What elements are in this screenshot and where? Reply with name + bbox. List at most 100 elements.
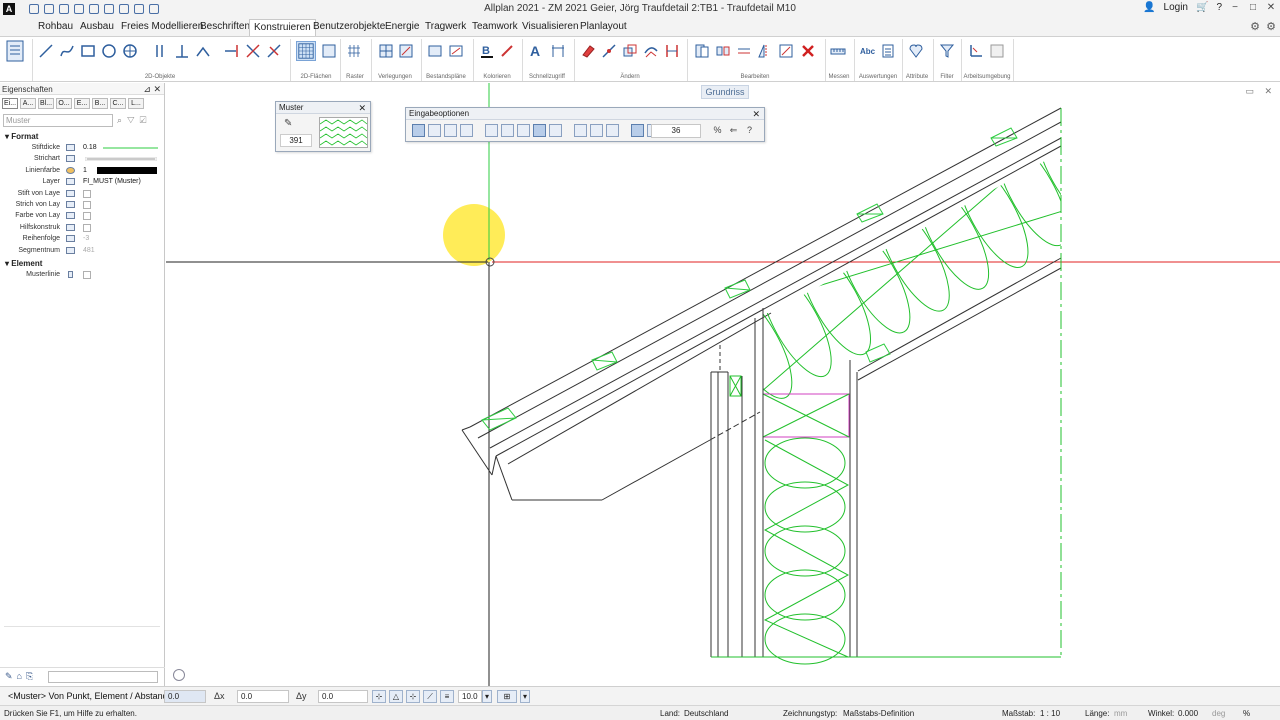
tiling-edit-icon[interactable] [398,43,414,59]
section-element[interactable]: ▾ Element [0,258,164,269]
prop-tab-7[interactable]: C... [110,98,126,109]
back-arrow-icon[interactable]: ⇐ [727,124,740,137]
tab-konstruieren[interactable]: Konstruieren [249,19,316,36]
cart-icon[interactable]: 🛒 [1196,2,1208,13]
line-tangent-icon[interactable] [501,124,514,137]
eraser-icon[interactable] [580,43,596,59]
pick-icon[interactable]: ✎ [5,671,17,681]
compass-icon[interactable] [173,669,185,681]
prop-row-musterlinie[interactable]: Musterlinie [0,269,164,280]
site-plan-edit-icon[interactable] [448,43,464,59]
prop-tab-eigenschaften[interactable]: Ei... [2,98,18,109]
favorite-save-icon[interactable]: ⎘ [26,671,37,681]
allplan-logo-icon[interactable]: A [3,3,15,15]
search-icon[interactable]: ⌕ [117,115,127,125]
tab-beschriften[interactable]: Beschriften [200,21,250,32]
dy-input[interactable]: 0.0 [318,690,368,703]
status-massstab-value[interactable]: 1 : 10 [1040,709,1060,718]
tab-planlayout[interactable]: Planlayout [580,21,627,32]
color-b-icon[interactable]: B [479,43,495,59]
line-parallel-icon[interactable] [517,124,530,137]
print-icon[interactable] [74,4,84,14]
open-file-icon[interactable] [44,4,54,14]
scale-small-icon[interactable]: ≡ [440,690,454,703]
login-link[interactable]: Login [1164,2,1188,13]
tiling-icon[interactable] [378,43,394,59]
zoom-input[interactable]: 10.0 [458,690,482,703]
spline-icon[interactable] [59,43,75,59]
perpendicular-icon[interactable] [174,43,190,59]
node-icon[interactable]: ⊹ [406,690,420,703]
eingabeoptionen-close-icon[interactable]: ✕ [752,108,760,120]
help-icon[interactable]: ? [1216,2,1222,13]
status-winkel-value[interactable]: 0.000 [1178,709,1198,718]
workplane-icon[interactable] [968,43,984,59]
layout-icon[interactable]: ⊞ [497,690,517,703]
status-laenge-unit[interactable]: mm [1114,709,1127,718]
grid-icon[interactable] [346,43,362,59]
zoom-dropdown-icon[interactable]: ▾ [482,690,492,703]
workplane-grid-icon[interactable] [989,43,1005,59]
farbe-von-layer-checkbox[interactable] [83,212,91,221]
check-icon[interactable]: ☑ [140,115,152,125]
layout-dropdown-icon[interactable]: ▾ [520,690,530,703]
prop-row-strich-von-layer[interactable]: Strich von Lay [0,199,164,210]
rotate-icon[interactable] [643,43,659,59]
settings-icon[interactable]: ⚙ [1250,20,1260,33]
snap-option-icon[interactable] [631,124,644,137]
drawing-canvas[interactable]: Grundriss ▭ ✕ [166,83,1280,686]
undo-icon[interactable] [89,4,99,14]
hilfskonstruktion-checkbox[interactable] [83,223,91,232]
option-a-icon[interactable] [590,124,603,137]
prop-tab-6[interactable]: B... [92,98,108,109]
options-icon[interactable]: ⚙ [1266,20,1276,33]
tab-teamwork[interactable]: Teamwork [472,21,518,32]
polygon-area-icon[interactable] [460,124,473,137]
line-icon[interactable] [38,43,54,59]
offset-icon[interactable] [195,43,211,59]
prop-row-strichart[interactable]: Strichart [0,153,164,164]
modify-lines-icon[interactable] [736,43,752,59]
project-manager-icon[interactable] [4,39,28,63]
tab-rohbau[interactable]: Rohbau [38,21,73,32]
prop-tab-3[interactable]: Bl... [38,98,54,109]
maximize-button[interactable]: □ [1248,2,1258,13]
tab-benutzerobjekte[interactable]: Benutzerobjekte [313,21,385,32]
musterlinie-checkbox[interactable] [83,270,91,279]
layer-icon[interactable] [119,4,129,14]
filter-funnel-icon[interactable]: ▽ [127,115,140,125]
text-icon[interactable]: A [528,43,544,59]
parallel-lines-icon[interactable] [152,43,168,59]
pipette-icon[interactable]: ✎ [284,118,292,129]
view-label-grundriss[interactable]: Grundriss [701,85,749,99]
duplicate-icon[interactable] [694,43,710,59]
prop-row-segmentnummer[interactable]: Segmentnum 481 [0,245,164,256]
refresh-icon[interactable] [134,4,144,14]
element-filter-combo[interactable]: Muster [3,114,113,127]
status-percent[interactable]: % [1243,709,1250,718]
pattern-preview[interactable] [319,117,368,148]
percent-icon[interactable]: % [711,124,724,137]
filter-icon[interactable] [939,43,955,59]
canvas-window-controls[interactable]: ▭ ✕ [1245,86,1276,97]
angle-value-field[interactable]: 36 [651,124,701,138]
hatching-icon[interactable] [296,41,316,61]
user-icon[interactable]: 👤 [1143,2,1155,13]
muster-close-icon[interactable]: ✕ [358,102,366,114]
delete-icon[interactable] [800,43,816,59]
prop-tab-5[interactable]: E... [74,98,90,109]
tab-tragwerk[interactable]: Tragwerk [425,21,466,32]
stretch-icon[interactable] [664,43,680,59]
point-assist-icon[interactable]: ⊹ [372,690,386,703]
mirror-icon[interactable] [757,43,773,59]
prop-row-hilfskonstruktion[interactable]: Hilfskonstruk [0,222,164,233]
intersect-icon[interactable] [245,43,261,59]
multi-area-icon[interactable] [428,124,441,137]
panel-close-icon[interactable]: ✕ [153,84,161,94]
pattern-icon[interactable] [321,43,337,59]
prop-tab-8[interactable]: L... [128,98,144,109]
circle-cross-icon[interactable] [122,43,138,59]
prop-row-layer[interactable]: Layer FI_MUST (Muster) [0,176,164,187]
triangle-icon[interactable]: △ [389,690,403,703]
save-icon[interactable] [59,4,69,14]
